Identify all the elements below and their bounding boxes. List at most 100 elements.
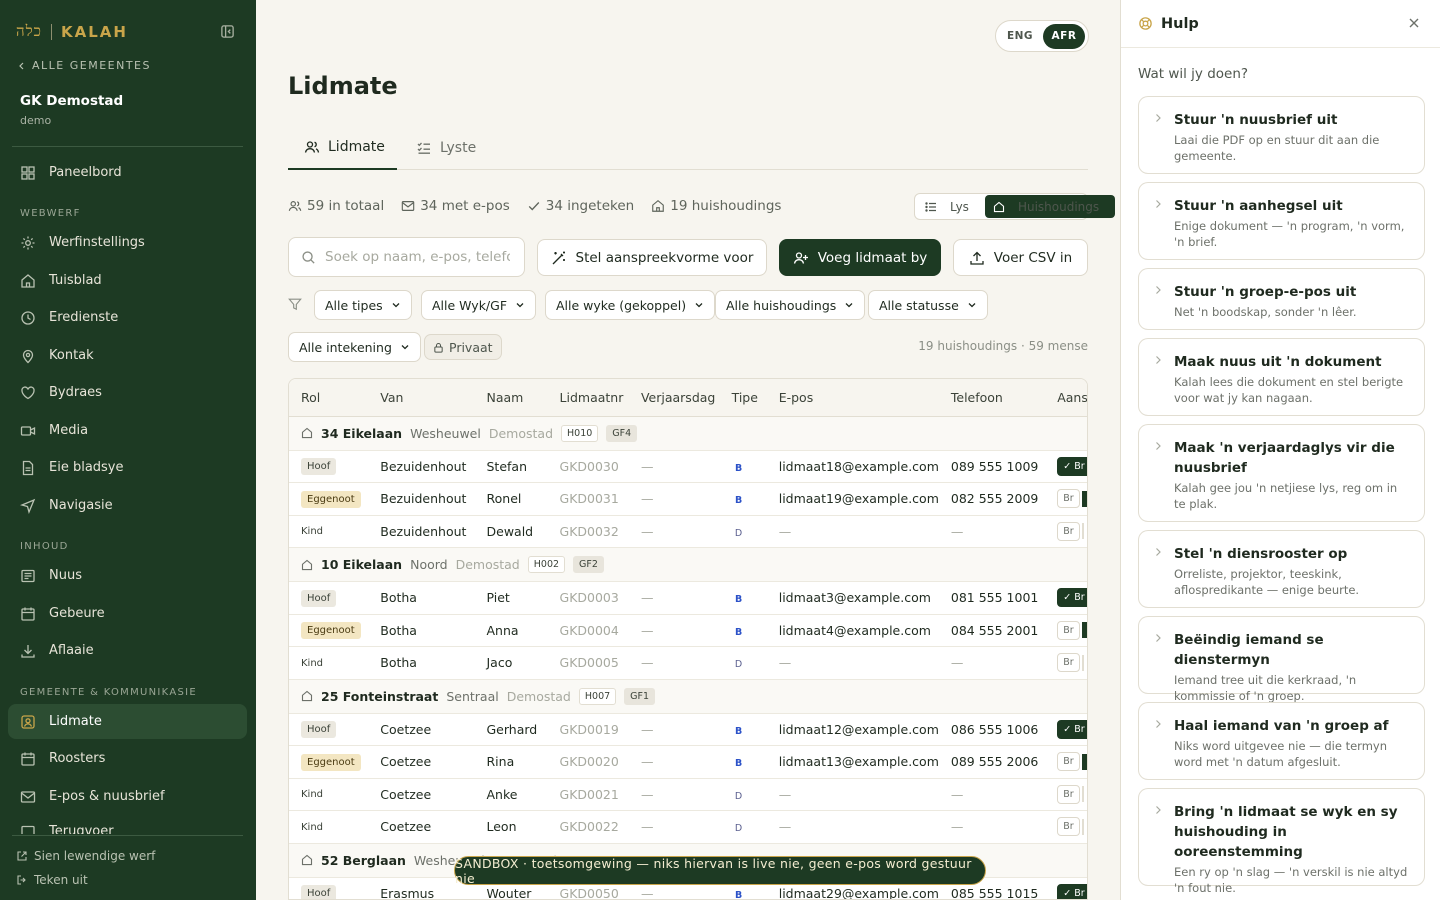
salutation-badge[interactable]: Br [1057, 521, 1080, 541]
collapse-sidebar-icon[interactable] [220, 24, 235, 39]
table-row[interactable]: Kind Botha Jaco GKD0005 — D — — Br [289, 646, 1087, 680]
salutation-cell[interactable]: Br [1057, 620, 1087, 640]
salutation-badge[interactable]: Br [1057, 752, 1080, 772]
add-member-button[interactable]: Voeg lidmaat by [779, 239, 941, 276]
sidebar-item-navigasie[interactable]: Navigasie [8, 488, 247, 523]
salutation-badge[interactable]: ✓ Br [1057, 883, 1087, 899]
table-row[interactable]: Eggenoot Coetzee Rina GKD0020 — Blidmaat13@ex… [289, 745, 1087, 779]
language-toggle[interactable]: ENG AFR [995, 20, 1089, 52]
sidebar-item-epos[interactable]: E-pos & nuusbrief [8, 779, 247, 814]
filter-types[interactable]: Alle tipes [314, 290, 412, 320]
table-row[interactable]: Hoof Botha Piet GKD0003 — Blidmaat3@example.c… [289, 581, 1087, 615]
email-address[interactable]: lidmaat3@example.com [779, 590, 931, 605]
view-households-button[interactable]: Huishoudings [984, 195, 1116, 218]
search-input[interactable] [325, 249, 510, 265]
salutation-cell[interactable]: Br [1057, 653, 1087, 673]
sidebar-item-kontak[interactable]: Kontak [8, 338, 247, 373]
sidebar-item-gebeure[interactable]: Gebeure [8, 596, 247, 631]
tab-lyste[interactable]: Lyste [416, 126, 476, 170]
help-item[interactable]: Haal iemand van 'n groep af Niks word uit… [1138, 702, 1425, 780]
sidebar-item-paneelbord[interactable]: Paneelbord [8, 155, 247, 190]
email-address[interactable]: lidmaat29@example.com [779, 886, 939, 899]
help-item[interactable]: Beëindig iemand se dienstermyn Iemand tre… [1138, 616, 1425, 703]
table-row[interactable]: Kind Bezuidenhout Dewald GKD0032 — D — — Br [289, 515, 1087, 548]
table-row[interactable]: Kind Coetzee Leon GKD0022 — D — — Br [289, 810, 1087, 844]
view-toggle[interactable]: Lys Huishoudings [914, 193, 1116, 220]
sidebar-item-aflaaie[interactable]: Aflaaie [8, 633, 247, 668]
filter-private-toggle[interactable]: Privaat [424, 334, 502, 360]
sidebar-item-tuisblad[interactable]: Tuisblad [8, 263, 247, 298]
help-item[interactable]: Bring 'n lidmaat se wyk en sy huishoudin… [1138, 788, 1425, 895]
salutation-badge[interactable]: Br [1057, 653, 1080, 673]
help-item[interactable]: Stuur 'n aanhegsel uit Enige dokument — '… [1138, 182, 1425, 260]
help-item[interactable]: Stel 'n diensrooster op Orreliste, projek… [1138, 530, 1425, 608]
salutation-cell[interactable]: Br [1057, 784, 1087, 804]
search-box[interactable] [288, 237, 525, 277]
email-address[interactable]: lidmaat12@example.com [779, 722, 939, 737]
sidebar-item-bydraes[interactable]: Bydraes [8, 375, 247, 410]
column-header-aanspreekvorm[interactable]: Aanspreekvorm [1045, 379, 1087, 417]
column-header-lidmaatnr[interactable]: Lidmaatnr [547, 379, 629, 417]
email-address[interactable]: lidmaat18@example.com [779, 459, 939, 474]
email-address[interactable]: lidmaat19@example.com [779, 491, 939, 506]
back-to-congregations-link[interactable]: ALLE GEMEENTES [18, 59, 151, 72]
salutation-badge[interactable]: ✓ Br [1057, 719, 1087, 739]
help-item[interactable]: Maak 'n verjaardaglys vir die nuusbrief K… [1138, 424, 1425, 522]
table-row[interactable]: Kind Coetzee Anke GKD0021 — D — — Br [289, 778, 1087, 811]
sidebar-item-eie-bladsye[interactable]: Eie bladsye [8, 450, 247, 485]
column-header-epos[interactable]: E-pos [766, 379, 939, 417]
sidebar-item-roosters[interactable]: Roosters [8, 741, 247, 776]
column-header-naam[interactable]: Naam [474, 379, 548, 417]
salutation-cell[interactable]: ✓ Br [1057, 456, 1087, 476]
salutation-badge[interactable]: Br [1057, 620, 1080, 640]
import-csv-button[interactable]: Voer CSV in [953, 239, 1088, 276]
column-header-telefoon[interactable]: Telefoon [938, 379, 1046, 417]
table-row[interactable]: Eggenoot Bezuidenhout Ronel GKD0031 — Blidmaa… [289, 482, 1087, 516]
sidebar-item-eredienste[interactable]: Eredienste [8, 300, 247, 335]
logout-link[interactable]: Teken uit [16, 873, 88, 887]
sidebar-item-media[interactable]: Media [8, 413, 247, 448]
lang-option-afr[interactable]: AFR [1043, 23, 1085, 49]
salutation-badge[interactable]: Br [1057, 784, 1080, 804]
salutation-badge[interactable]: Br [1057, 817, 1080, 837]
tab-lidmate[interactable]: Lidmate [288, 126, 397, 170]
column-header-van[interactable]: Van [368, 379, 475, 417]
household-row[interactable]: 10 Eikelaan Noord Demostad H002 GF2 [289, 547, 1087, 582]
filter-wyk-gf[interactable]: Alle Wyk/GF [421, 290, 537, 320]
table-row[interactable]: Hoof Coetzee Gerhard GKD0019 — Blidmaat12@exa… [289, 713, 1087, 746]
table-row[interactable]: Eggenoot Botha Anna GKD0004 — Blidmaat4@examp… [289, 614, 1087, 647]
household-row[interactable]: 34 Eikelaan Wesheuwel Demostad H010 GF4 [289, 416, 1087, 451]
email-address[interactable]: lidmaat13@example.com [779, 754, 939, 769]
lang-option-eng[interactable]: ENG [999, 24, 1041, 49]
salutation-badge[interactable]: ✓ Br [1057, 588, 1087, 608]
filter-signup[interactable]: Alle intekening [288, 332, 421, 362]
table-row[interactable]: Hoof Bezuidenhout Stefan GKD0030 — Blidmaat18… [289, 450, 1087, 483]
help-item[interactable]: Stuur 'n nuusbrief uit Laai die PDF op en… [1138, 96, 1425, 174]
sidebar-item-lidmate[interactable]: Lidmate [8, 704, 247, 739]
brand-logo[interactable]: כלה KALAH [16, 22, 128, 41]
sidebar-item-terugvoer[interactable]: Terugvoer [8, 816, 247, 834]
salutation-cell[interactable]: Br [1057, 752, 1087, 772]
salutation-cell[interactable]: Br [1057, 521, 1087, 541]
view-list-button[interactable]: Lys [917, 195, 985, 218]
filter-status[interactable]: Alle statusse [868, 290, 988, 320]
email-address[interactable]: lidmaat4@example.com [779, 623, 931, 638]
salutation-badge[interactable]: Br [1057, 489, 1080, 509]
sidebar-item-werfinstellings[interactable]: Werfinstellings [8, 225, 247, 260]
column-header-rol[interactable]: Rol [289, 379, 369, 417]
help-item[interactable]: Stuur 'n groep-e-pos uit Net 'n boodskap,… [1138, 268, 1425, 330]
filter-wyke[interactable]: Alle wyke (gekoppel) [545, 290, 716, 320]
view-live-site-link[interactable]: Sien lewendige werf [16, 849, 155, 863]
salutation-cell[interactable]: ✓ Br [1057, 588, 1087, 608]
salutation-cell[interactable]: ✓ Br [1057, 883, 1087, 899]
salutation-cell[interactable]: Br [1057, 817, 1087, 837]
sidebar-item-nuus[interactable]: Nuus [8, 558, 247, 593]
salutation-cell[interactable]: ✓ Br [1057, 719, 1087, 739]
filter-households[interactable]: Alle huishoudings [715, 290, 866, 320]
column-header-tipe[interactable]: Tipe [719, 379, 767, 417]
salutation-cell[interactable]: Br [1057, 489, 1087, 509]
suggest-salutation-button[interactable]: Stel aanspreekvorme voor [537, 239, 767, 276]
column-header-verjaarsdag[interactable]: Verjaarsdag [628, 379, 720, 417]
close-icon[interactable] [1408, 17, 1420, 29]
household-row[interactable]: 25 Fonteinstraat Sentraal Demostad H007 GF1 [289, 679, 1087, 714]
